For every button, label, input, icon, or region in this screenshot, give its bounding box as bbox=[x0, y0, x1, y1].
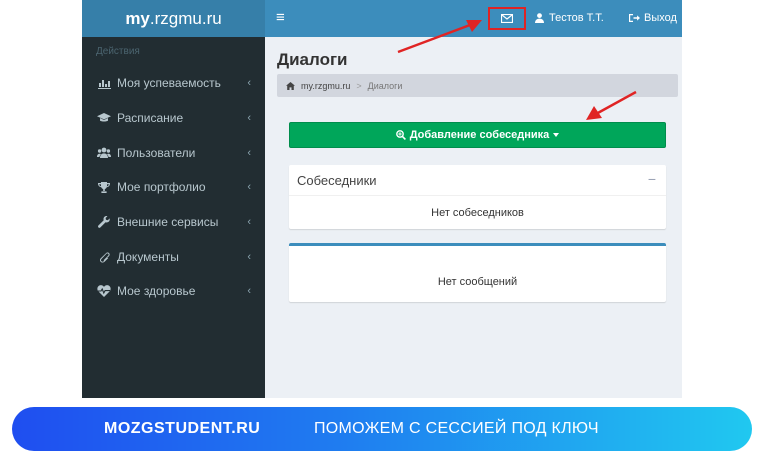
paperclip-icon bbox=[96, 251, 112, 263]
logout-link[interactable]: Выход bbox=[629, 12, 677, 24]
chevron-left-icon: ‹ bbox=[247, 112, 251, 125]
sidebar-item-grades[interactable]: Моя успеваемость ‹ bbox=[82, 66, 265, 101]
contacts-box-title: Собеседники bbox=[297, 172, 377, 188]
sidebar-item-label: Мое здоровье bbox=[117, 284, 196, 299]
chevron-left-icon: ‹ bbox=[247, 285, 251, 298]
chevron-left-icon: ‹ bbox=[247, 146, 251, 159]
trophy-icon bbox=[96, 181, 112, 193]
user-menu[interactable]: Тестов Т.Т. bbox=[535, 12, 604, 24]
messages-box: Нет сообщений bbox=[289, 243, 666, 302]
sidebar-item-label: Расписание bbox=[117, 111, 184, 126]
menu-toggle-icon[interactable]: ≡ bbox=[276, 9, 285, 26]
add-contact-button[interactable]: Добавление собеседника bbox=[289, 122, 666, 148]
promo-banner[interactable]: MOZGSTUDENT.RU ПОМОЖЕМ С СЕССИЕЙ ПОД КЛЮ… bbox=[12, 407, 752, 451]
messages-empty-text: Нет сообщений bbox=[437, 276, 518, 288]
add-contact-label: Добавление собеседника bbox=[409, 129, 550, 141]
search-plus-icon bbox=[395, 130, 406, 140]
breadcrumb-current: Диалоги bbox=[367, 80, 403, 91]
user-icon bbox=[535, 13, 544, 23]
sidebar-section-title: Действия bbox=[96, 46, 140, 57]
sidebar-item-external-services[interactable]: Внешние сервисы ‹ bbox=[82, 205, 265, 240]
sidebar-item-label: Моя успеваемость bbox=[117, 76, 221, 91]
users-icon bbox=[96, 147, 112, 159]
messages-button[interactable] bbox=[488, 7, 526, 30]
chevron-left-icon: ‹ bbox=[247, 77, 251, 90]
chevron-left-icon: ‹ bbox=[247, 216, 251, 229]
breadcrumb-separator: > bbox=[356, 80, 362, 91]
heartbeat-icon bbox=[96, 285, 112, 298]
sidebar-item-portfolio[interactable]: Мое портфолио ‹ bbox=[82, 170, 265, 205]
wrench-icon bbox=[96, 216, 112, 228]
logo-bold: my bbox=[125, 8, 150, 28]
contacts-box: Собеседники − Нет собеседников bbox=[289, 165, 666, 229]
logout-label: Выход bbox=[644, 12, 677, 24]
top-navbar: ≡ Тестов Т.Т. Выход bbox=[265, 0, 682, 37]
site-logo[interactable]: my .rzgmu.ru bbox=[82, 0, 265, 37]
home-icon bbox=[286, 81, 295, 90]
contacts-empty-text: Нет собеседников bbox=[431, 206, 524, 219]
sidebar-item-schedule[interactable]: Расписание ‹ bbox=[82, 101, 265, 136]
user-name: Тестов Т.Т. bbox=[549, 12, 604, 24]
breadcrumb: my.rzgmu.ru > Диалоги bbox=[277, 74, 678, 97]
sidebar-item-users[interactable]: Пользователи ‹ bbox=[82, 135, 265, 170]
envelope-icon bbox=[501, 14, 513, 23]
sidebar-item-label: Мое портфолио bbox=[117, 180, 206, 195]
sidebar-item-label: Документы bbox=[117, 249, 179, 264]
sidebar-item-documents[interactable]: Документы ‹ bbox=[82, 239, 265, 274]
sidebar: my .rzgmu.ru Действия Моя успеваемость ‹ … bbox=[82, 0, 265, 398]
chevron-left-icon: ‹ bbox=[247, 250, 251, 263]
logo-rest: .rzgmu.ru bbox=[149, 8, 222, 28]
breadcrumb-home-link[interactable]: my.rzgmu.ru bbox=[301, 81, 350, 91]
contacts-box-header: Собеседники − bbox=[289, 165, 666, 196]
sidebar-item-label: Внешние сервисы bbox=[117, 215, 219, 230]
sign-out-icon bbox=[629, 14, 640, 22]
chart-icon bbox=[96, 78, 112, 89]
page-title: Диалоги bbox=[277, 50, 348, 69]
app-window: my .rzgmu.ru Действия Моя успеваемость ‹ … bbox=[82, 0, 682, 398]
collapse-icon[interactable]: − bbox=[648, 171, 656, 187]
sidebar-item-label: Пользователи bbox=[117, 145, 196, 160]
caret-down-icon bbox=[553, 133, 560, 137]
sidebar-item-health[interactable]: Мое здоровье ‹ bbox=[82, 274, 265, 309]
banner-slogan: ПОМОЖЕМ С СЕССИЕЙ ПОД КЛЮЧ bbox=[314, 420, 599, 437]
chevron-left-icon: ‹ bbox=[247, 181, 251, 194]
screenshot-stage: my .rzgmu.ru Действия Моя успеваемость ‹ … bbox=[0, 0, 764, 460]
banner-brand: MOZGSTUDENT.RU bbox=[104, 420, 261, 437]
graduation-cap-icon bbox=[96, 113, 112, 123]
